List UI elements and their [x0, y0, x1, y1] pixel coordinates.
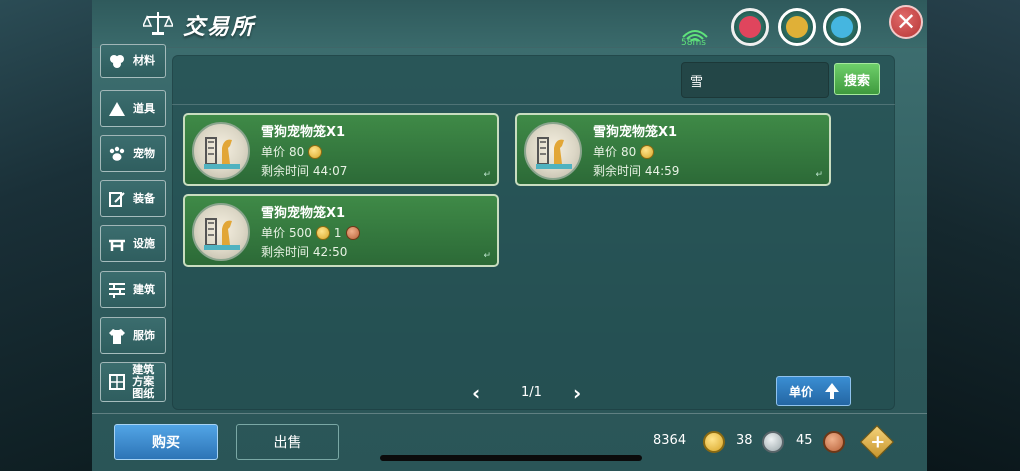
time-remaining: 44:07	[312, 164, 348, 178]
time-row: 剩余时间 42:50	[261, 243, 347, 260]
sidebar-item-label: 服饰	[133, 328, 155, 342]
search-input[interactable]	[681, 62, 829, 98]
copper-price: 1	[333, 225, 342, 240]
tent-icon	[107, 99, 127, 119]
pet-cage-icon	[524, 122, 582, 180]
price-row: 单价 500 1	[261, 224, 360, 241]
silver-coin-icon	[762, 431, 784, 453]
sidebar-item-label: 装备	[133, 191, 155, 205]
footer-divider	[92, 413, 927, 414]
buy-tab-button[interactable]: 购买	[114, 424, 218, 460]
sort-label: 单价	[789, 384, 814, 399]
sort-arrow-icon	[825, 383, 839, 399]
gold-coin-icon	[640, 144, 655, 159]
water-drop-icon	[831, 16, 853, 38]
time-row: 剩余时间 44:59	[593, 162, 679, 179]
corner-ornament-icon: ↵	[815, 170, 823, 180]
listing-card[interactable]: 雪狗宠物笼X1 单价 80 剩余时间 44:59 ↵	[515, 113, 831, 186]
item-name: 雪狗宠物笼X1	[593, 125, 678, 140]
gold-balance: 8364	[653, 433, 687, 448]
health-gauge	[731, 8, 769, 46]
world-background-right	[925, 0, 1020, 471]
game-screen: 交易所 58ms ✕ 材料 道具 宠物 装备 设施 建筑 服饰 建筑方案图纸 雪…	[0, 0, 1020, 471]
sidebar-item-materials[interactable]: 材料	[100, 44, 166, 78]
food-icon	[786, 16, 808, 38]
gold-price: 80	[621, 144, 637, 159]
gold-coin-icon	[315, 225, 330, 240]
copper-coin-icon	[823, 431, 845, 453]
sell-tab-button[interactable]: 出售	[236, 424, 339, 460]
equipment-icon	[107, 189, 127, 209]
page-title: 交易所	[183, 15, 256, 40]
sidebar-item-label: 宠物	[133, 146, 155, 160]
price-label: 单价	[261, 145, 286, 159]
hunger-gauge	[778, 8, 816, 46]
heart-icon	[739, 16, 761, 38]
sort-by-price-button[interactable]: 单价	[776, 376, 851, 406]
corner-ornament-icon: ↵	[483, 251, 491, 261]
ping-readout: 58ms	[681, 38, 706, 48]
time-remaining: 44:59	[644, 164, 680, 178]
search-button[interactable]: 搜索	[834, 63, 880, 95]
silver-balance: 38	[736, 433, 753, 448]
gold-coin-icon	[703, 431, 725, 453]
sidebar-item-facilities[interactable]: 设施	[100, 225, 166, 262]
price-row: 单价 80	[261, 143, 323, 160]
corner-ornament-icon: ↵	[483, 170, 491, 180]
pet-cage-icon	[192, 122, 250, 180]
clothes-icon	[107, 326, 127, 346]
sidebar-item-label: 设施	[133, 236, 155, 250]
world-background-left	[0, 0, 92, 471]
time-remaining: 42:50	[312, 245, 348, 259]
copper-balance: 45	[796, 433, 813, 448]
close-icon: ✕	[895, 8, 917, 36]
sidebar-item-label: 建筑	[133, 282, 155, 296]
sidebar-item-equipment[interactable]: 装备	[100, 180, 166, 217]
price-row: 单价 80	[593, 143, 655, 160]
gold-price: 500	[289, 225, 312, 240]
price-label: 单价	[261, 226, 286, 240]
plus-icon: +	[870, 431, 886, 453]
close-button[interactable]: ✕	[889, 5, 923, 39]
price-label: 单价	[593, 145, 618, 159]
sidebar-item-blueprints[interactable]: 建筑方案图纸	[100, 362, 166, 402]
sidebar-item-pets[interactable]: 宠物	[100, 135, 166, 172]
prev-page-button[interactable]: ‹	[472, 381, 480, 405]
listing-card[interactable]: 雪狗宠物笼X1 单价 500 1 剩余时间 42:50 ↵	[183, 194, 499, 267]
item-name: 雪狗宠物笼X1	[261, 206, 346, 221]
time-label: 剩余时间	[261, 245, 310, 259]
thirst-gauge	[823, 8, 861, 46]
sidebar-item-label: 道具	[133, 101, 155, 115]
gold-coin-icon	[308, 144, 323, 159]
cotton-icon	[107, 51, 127, 71]
sidebar-item-clothing[interactable]: 服饰	[100, 317, 166, 354]
listing-card[interactable]: 雪狗宠物笼X1 单价 80 剩余时间 44:07 ↵	[183, 113, 499, 186]
sidebar-item-props[interactable]: 道具	[100, 90, 166, 127]
home-indicator[interactable]	[380, 455, 642, 461]
time-label: 剩余时间	[261, 164, 310, 178]
item-name: 雪狗宠物笼X1	[261, 125, 346, 140]
page-indicator: 1/1	[521, 385, 542, 400]
sidebar-item-buildings[interactable]: 建筑	[100, 271, 166, 308]
time-label: 剩余时间	[593, 164, 642, 178]
facility-icon	[107, 234, 127, 254]
sidebar-item-label: 材料	[133, 54, 155, 67]
gold-price: 80	[289, 144, 305, 159]
copper-coin-icon	[345, 225, 360, 240]
wall-icon	[107, 280, 127, 300]
time-row: 剩余时间 44:07	[261, 162, 347, 179]
paw-icon	[107, 144, 127, 164]
sidebar-item-label: 建筑方案图纸	[132, 363, 155, 400]
blueprint-icon	[107, 372, 126, 392]
next-page-button[interactable]: ›	[573, 381, 581, 405]
scale-icon	[143, 12, 173, 35]
pet-cage-icon	[192, 203, 250, 261]
